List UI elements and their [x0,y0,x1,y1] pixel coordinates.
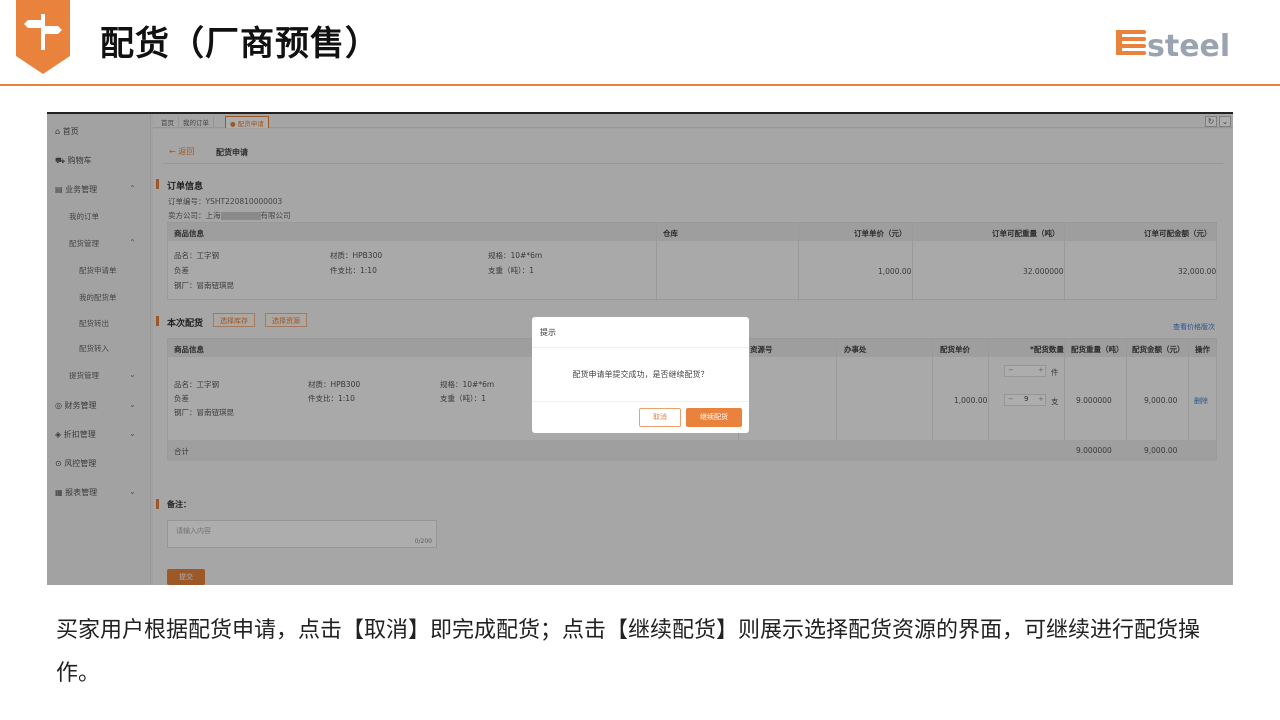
dialog-message: 配货申请单提交成功，是否继续配货？ [572,370,709,379]
slide-caption: 买家用户根据配货申请，点击【取消】即完成配货；点击【继续配货】则展示选择配货资源… [56,618,1201,686]
svg-text:steel: steel [1147,29,1230,64]
continue-dist-button[interactable]: 继续配货 [686,408,742,427]
cancel-button[interactable]: 取消 [639,408,681,427]
slide-title: 配货（厂商预售） [100,24,380,64]
header-divider [0,84,1280,86]
slide-header: 配货（厂商预售） steel [0,0,1280,86]
confirm-dialog: 提示 配货申请单提交成功，是否继续配货？ 取消 继续配货 [532,317,749,433]
signpost-badge-icon [16,0,70,74]
esteel-logo: steel [1114,22,1254,66]
app-screenshot: ⌂ 首页 ⛟ 购物车 ▤ 业务管理 ⌃ 我的订单 配货管理 ⌃ 配货申请单 我的… [47,112,1233,585]
dialog-title: 提示 [540,328,556,337]
